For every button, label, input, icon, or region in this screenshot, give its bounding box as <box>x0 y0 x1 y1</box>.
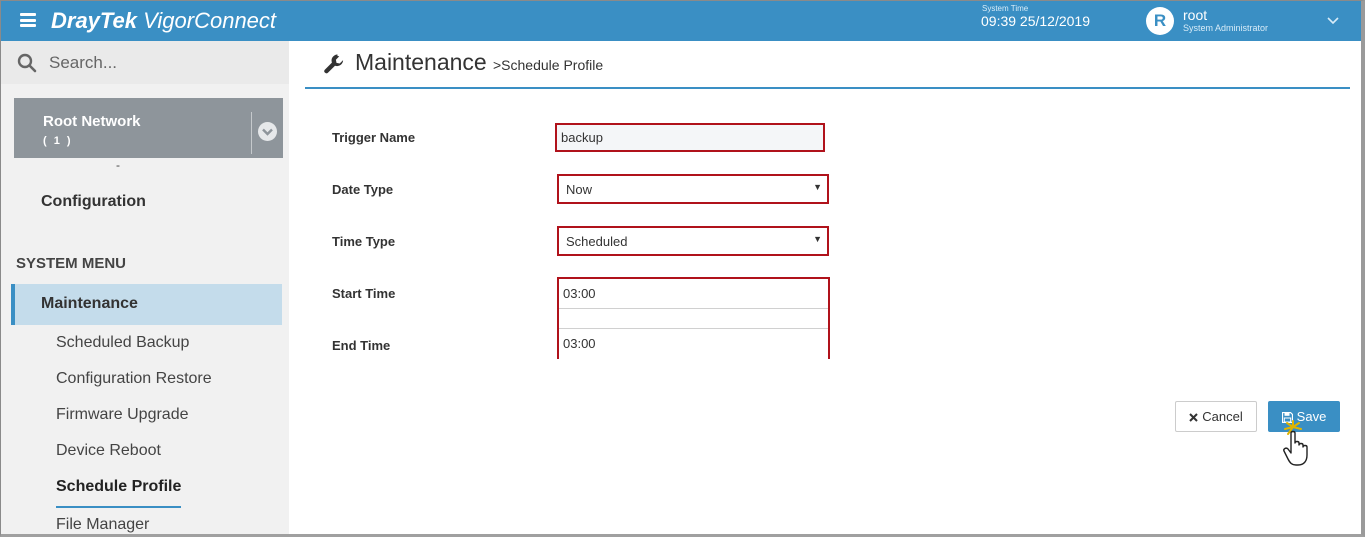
sidebar-item-device-reboot[interactable]: Device Reboot <box>56 442 161 460</box>
page-header: Maintenance >Schedule Profile <box>305 41 1350 89</box>
active-item-underline <box>56 506 181 508</box>
start-time-input[interactable]: 03:00 <box>559 279 828 309</box>
sidebar-item-schedule-profile[interactable]: Schedule Profile <box>56 478 181 496</box>
time-range-group: 03:00 03:00 <box>557 277 830 359</box>
wrench-icon <box>324 54 344 74</box>
trigger-name-label: Trigger Name <box>332 130 416 145</box>
sidebar-item-maintenance[interactable]: Maintenance <box>11 284 282 325</box>
system-time: 09:39 25/12/2019 <box>981 13 1090 29</box>
sidebar-item-file-manager[interactable]: File Manager <box>56 516 149 534</box>
user-role: System Administrator <box>1183 23 1269 33</box>
end-time-input[interactable]: 03:00 <box>559 329 828 359</box>
network-selector[interactable]: Root Network ( 1 ) <box>14 98 283 158</box>
hamburger-menu-icon[interactable] <box>20 13 36 27</box>
time-spacer <box>559 309 828 329</box>
app-window: DrayTek VigorConnect System Time 09:39 2… <box>0 0 1365 537</box>
system-menu-heading: SYSTEM MENU <box>16 255 127 272</box>
search-input[interactable] <box>49 50 269 76</box>
hand-pointer-icon <box>1283 420 1308 466</box>
search-bar <box>1 41 289 84</box>
user-name[interactable]: root <box>1183 7 1207 23</box>
sidebar-item-configuration-restore[interactable]: Configuration Restore <box>56 370 212 388</box>
brand-name-rest: VigorConnect <box>137 8 277 33</box>
brand-name-bold: DrayTek <box>51 8 138 33</box>
cancel-label: Cancel <box>1202 409 1243 425</box>
close-icon <box>1189 412 1198 422</box>
date-type-label: Date Type <box>332 182 394 197</box>
date-type-value: Now <box>566 182 593 197</box>
caret-down-icon: ▼ <box>813 234 822 244</box>
trigger-name-input[interactable] <box>555 123 825 152</box>
page-title: Maintenance <box>355 49 487 75</box>
sidebar-item-firmware-upgrade[interactable]: Firmware Upgrade <box>56 406 188 424</box>
network-count: ( 1 ) <box>43 135 73 147</box>
avatar[interactable]: R <box>1146 7 1174 35</box>
main-content: Maintenance >Schedule Profile Trigger Na… <box>289 41 1361 534</box>
date-type-select[interactable]: Now ▼ <box>557 174 829 204</box>
brand-logo: DrayTek VigorConnect <box>51 8 276 34</box>
end-time-label: End Time <box>332 338 391 353</box>
chevron-down-icon[interactable] <box>258 122 277 141</box>
sidebar: Root Network ( 1 ) - Configuration SYSTE… <box>1 41 289 534</box>
search-icon <box>17 53 37 73</box>
network-name: Root Network <box>43 113 141 130</box>
time-type-value: Scheduled <box>566 234 628 249</box>
time-type-label: Time Type <box>332 234 396 249</box>
system-time-label: System Time <box>982 4 1029 13</box>
cancel-button[interactable]: Cancel <box>1175 401 1257 432</box>
caret-down-icon: ▼ <box>813 182 822 192</box>
sidebar-item-label: Maintenance <box>41 295 138 312</box>
chevron-down-icon[interactable] <box>1327 15 1339 27</box>
divider-dash: - <box>116 158 120 172</box>
sidebar-item-configuration[interactable]: Configuration <box>41 193 146 211</box>
top-bar: DrayTek VigorConnect System Time 09:39 2… <box>1 1 1361 41</box>
network-divider <box>251 112 252 154</box>
breadcrumb: >Schedule Profile <box>493 57 604 73</box>
start-time-label: Start Time <box>332 286 396 301</box>
sidebar-item-scheduled-backup[interactable]: Scheduled Backup <box>56 334 189 352</box>
time-type-select[interactable]: Scheduled ▼ <box>557 226 829 256</box>
